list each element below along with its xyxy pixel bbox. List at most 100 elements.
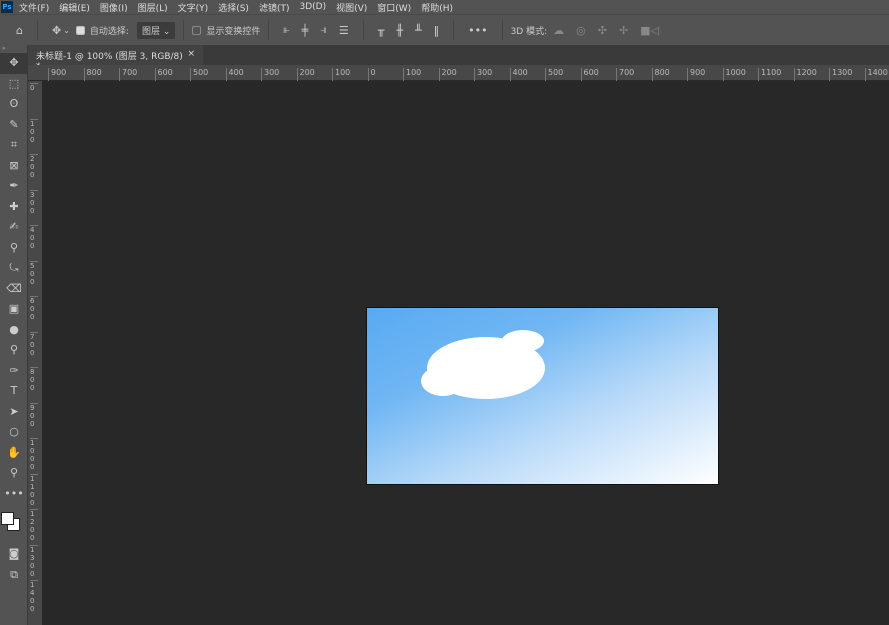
ruler-label: 300 [261,68,279,81]
distribute-icon[interactable]: ☰ [339,24,349,37]
align-center-icon[interactable]: ╪ [302,24,309,37]
menu-item[interactable]: 文件(F) [19,1,49,14]
align-middle-icon[interactable]: ╫ [396,24,403,37]
3d-orbit-icon[interactable]: ☁ [553,24,564,37]
blur-tool-icon[interactable]: ● [0,320,28,341]
screen-mode-icon[interactable]: ⧉ [0,565,28,586]
align-top-icon[interactable]: ╥ [378,24,385,37]
color-swatches[interactable] [0,504,27,544]
ruler-label: 100 [332,68,350,81]
layer-select-value: 图层 [141,26,160,37]
menu-item[interactable]: 视图(V) [336,1,367,14]
lasso-tool-icon[interactable]: ʘ [0,94,28,115]
ruler-label: 800 [83,68,102,81]
auto-select-label: 自动选择: [89,26,129,37]
ruler-label: 1000 [722,68,746,81]
align-right-icon[interactable]: ⫣ [320,23,327,37]
3d-camera-icon[interactable]: ■◁ [640,24,659,37]
photoshop-logo: Ps [1,1,13,13]
tools-panel: » ✥ ⬚ ʘ ✎ ⌗ ⊠ ✒ ✚ ✍ ⚲ ⤿ ⌫ ▣ ● ⚲ ✑ T ➤ ○ ✋ ⚲ ••• ◙ ⧉ [0,45,28,625]
menu-item[interactable]: 帮助(H) [421,1,453,14]
more-tool-icon[interactable]: ••• [0,484,28,505]
menu-item[interactable]: 图层(L) [138,1,168,14]
ruler-label: 700 [30,331,38,357]
vertical-ruler[interactable]: 0 100 200 300 400 500 600 700 800 900 1000 1100 1200… [28,81,42,625]
ruler-label: 1000 [30,438,38,471]
chevron-down-icon[interactable]: ⌄ [63,26,70,35]
document-canvas[interactable] [366,307,719,485]
collapse-icon[interactable]: » [0,45,27,53]
3d-slide-icon[interactable]: ✢ [619,24,628,37]
rect-marquee-tool-icon[interactable]: ⬚ [0,74,28,95]
distribute-vertical-icon[interactable]: ‖ [434,24,440,37]
ruler-label: 0 [367,68,376,81]
horizontal-ruler[interactable]: 900 800 700 600 500 400 300 200 100 0 100 200 300 400… [28,65,889,81]
ellipse-tool-icon[interactable]: ○ [0,422,28,443]
menu-item[interactable]: 窗口(W) [377,1,411,14]
document-tabs: 未标题-1 @ 100% (图层 3, RGB/8) * × [28,45,889,72]
show-transform-checkbox[interactable] [192,25,202,35]
move-tool-icon[interactable]: ✥ [52,24,61,37]
pen-tool-icon[interactable]: ✑ [0,361,28,382]
eraser-tool-icon[interactable]: ⌫ [0,279,28,300]
menu-item[interactable]: 选择(S) [218,1,249,14]
menu-bar: Ps 文件(F) 编辑(E) 图像(I) 图层(L) 文字(Y) 选择(S) 滤镜(T) 3D… [0,0,889,14]
menu-item[interactable]: 3D(D) [299,2,326,12]
stamp-tool-icon[interactable]: ⚲ [0,238,28,259]
ruler-label: 1100 [30,473,38,507]
align-bottom-icon[interactable]: ╨ [415,24,422,37]
more-options-button[interactable]: ••• [468,24,487,37]
ruler-label: 900 [687,68,705,81]
3d-pan-icon[interactable]: ✣ [598,24,607,37]
brush-tool-icon[interactable]: ✍ [0,217,28,238]
ruler-label: 500 [190,68,208,81]
gradient-tool-icon[interactable]: ▣ [0,299,28,320]
frame-tool-icon[interactable]: ⊠ [0,156,28,177]
quick-select-tool-icon[interactable]: ✎ [0,115,28,136]
options-bar: ⌂ ✥ ⌄ 自动选择: 图层 ⌄ 显示变换控件 ⫦ ╪ ⫣ ☰ ╥ ╫ ╨ ‖ •… [0,14,889,45]
type-tool-icon[interactable]: T [0,381,28,402]
hand-tool-icon[interactable]: ✋ [0,443,28,464]
path-select-tool-icon[interactable]: ➤ [0,402,28,423]
ruler-label: 100 [30,118,38,144]
zoom-tool-icon[interactable]: ⚲ [0,463,28,484]
ruler-label: 600 [30,296,38,321]
healing-tool-icon[interactable]: ✚ [0,197,28,218]
foreground-color-swatch[interactable] [1,512,14,525]
ruler-label: 800 [651,68,670,81]
menu-item[interactable]: 图像(I) [100,1,128,14]
ruler-label: 600 [580,68,599,81]
ruler-label: 100 [403,68,421,81]
ruler-label: 400 [509,68,528,81]
close-icon[interactable]: × [187,49,195,61]
ruler-label: 500 [30,260,38,286]
ruler-label: 600 [154,68,173,81]
align-left-icon[interactable]: ⫦ [283,23,289,37]
dodge-tool-icon[interactable]: ⚲ [0,340,28,361]
ruler-label: 1200 [793,68,817,81]
tab-document[interactable]: 未标题-1 @ 100% (图层 3, RGB/8) * × [28,45,203,72]
ruler-label: 200 [438,68,457,81]
ruler-label: 900 [48,68,66,81]
crop-tool-icon[interactable]: ⌗ [0,135,28,156]
ruler-label: 1200 [30,509,38,542]
tab-title: 未标题-1 @ 100% (图层 3, RGB/8) * [36,52,183,72]
quick-mask-icon[interactable]: ◙ [0,544,28,565]
ruler-label: 1300 [30,544,38,578]
layer-select-dropdown[interactable]: 图层 ⌄ [136,21,176,39]
ruler-label: 400 [30,225,38,250]
eyedropper-tool-icon[interactable]: ✒ [0,176,28,197]
menu-item[interactable]: 文字(Y) [178,1,209,14]
home-icon[interactable]: ⌂ [16,24,23,37]
menu-item[interactable]: 滤镜(T) [259,1,290,14]
move-tool-icon[interactable]: ✥ [0,53,28,74]
history-brush-tool-icon[interactable]: ⤿ [0,258,28,279]
3d-roll-icon[interactable]: ◎ [576,24,586,37]
auto-select-checkbox[interactable] [75,25,85,35]
ruler-label: 800 [30,367,38,392]
menu-item[interactable]: 编辑(E) [59,1,90,14]
ruler-label: 1300 [829,68,852,81]
ruler-label: 700 [119,68,137,81]
ruler-label: 200 [30,154,38,179]
ruler-label: 0 [30,83,38,92]
